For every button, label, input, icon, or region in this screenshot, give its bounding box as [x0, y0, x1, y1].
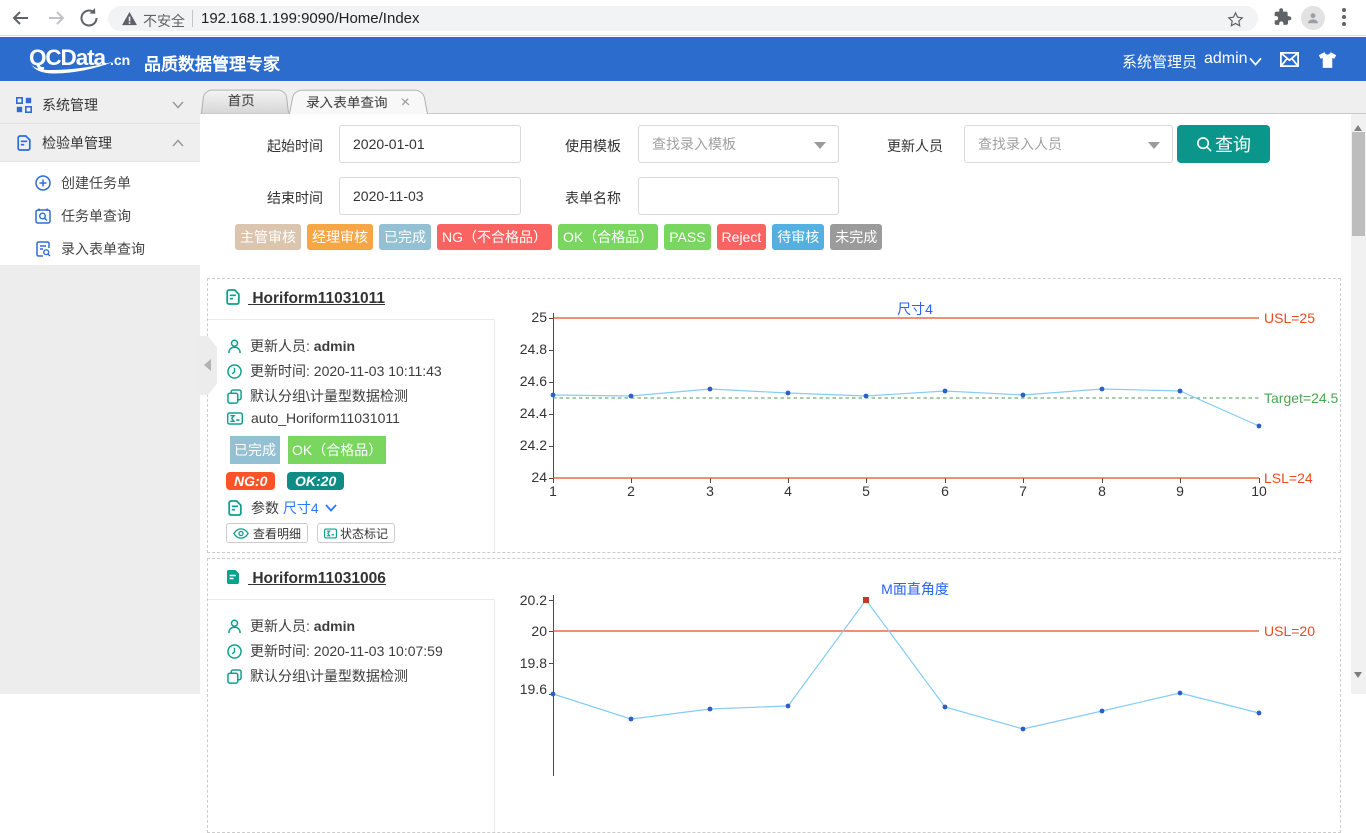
svg-text:USL=20: USL=20	[1264, 623, 1315, 639]
svg-text:5: 5	[862, 483, 870, 499]
svg-text:7: 7	[1019, 483, 1027, 499]
svg-text:24.8: 24.8	[520, 341, 547, 357]
svg-text:24.2: 24.2	[520, 437, 547, 453]
svg-text:Target=24.5: Target=24.5	[1264, 390, 1339, 406]
svg-text:19.8: 19.8	[520, 655, 547, 671]
svg-text:3: 3	[706, 483, 714, 499]
svg-text:19.6: 19.6	[520, 681, 547, 697]
svg-text:6: 6	[941, 483, 949, 499]
svg-text:25: 25	[531, 309, 547, 325]
svg-text:.cn: .cn	[110, 52, 130, 68]
svg-text:USL=25: USL=25	[1264, 310, 1315, 326]
svg-text:LSL=24: LSL=24	[1264, 470, 1313, 486]
svg-text:24.4: 24.4	[520, 405, 547, 421]
svg-text:2: 2	[627, 483, 635, 499]
svg-text:1: 1	[549, 483, 557, 499]
svg-text:10: 10	[1251, 483, 1267, 499]
svg-text:24: 24	[531, 469, 547, 485]
svg-text:尺寸4: 尺寸4	[897, 301, 933, 317]
svg-text:M面直角度: M面直角度	[881, 581, 949, 597]
svg-text:20.2: 20.2	[520, 592, 547, 608]
svg-text:24.6: 24.6	[520, 373, 547, 389]
svg-text:9: 9	[1176, 483, 1184, 499]
svg-text:8: 8	[1098, 483, 1106, 499]
svg-text:20: 20	[531, 623, 547, 639]
svg-text:4: 4	[784, 483, 792, 499]
